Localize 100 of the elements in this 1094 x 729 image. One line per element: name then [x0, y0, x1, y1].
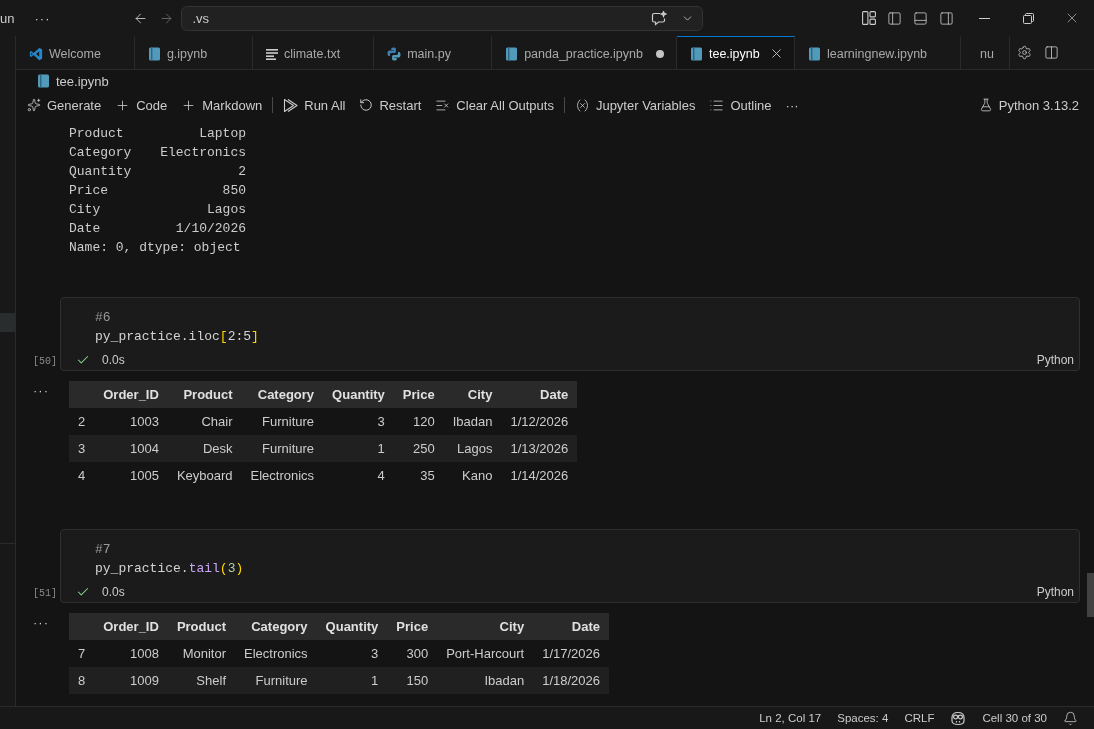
table-cell: Furniture	[235, 667, 317, 694]
table-cell: 1	[316, 667, 388, 694]
code-comment: #7	[95, 541, 112, 559]
code-comment: #6	[95, 309, 112, 327]
cell-language[interactable]: Python	[1036, 352, 1074, 367]
series-value: 850	[222, 182, 246, 200]
execution-time: 0.0s	[102, 584, 125, 599]
table-cell: 1003	[94, 408, 168, 435]
series-value: Electronics	[160, 144, 246, 162]
back-arrow-icon	[132, 10, 148, 26]
editor-tab[interactable]: tee.ipynb	[677, 36, 795, 69]
column-header: Product	[167, 613, 235, 640]
table-cell: Ibadan	[437, 667, 534, 694]
restart-icon	[359, 98, 374, 112]
series-value: 1/10/2026	[175, 220, 246, 238]
column-header: City	[443, 381, 502, 408]
list-icon	[709, 97, 725, 113]
notebook-icon	[690, 46, 703, 61]
row-index: 7	[69, 640, 95, 667]
run-all-button[interactable]: Run All	[276, 94, 353, 116]
column-header: Price	[393, 381, 444, 408]
more-actions-button[interactable]: ···	[778, 94, 806, 116]
menu-item[interactable]: un	[0, 10, 15, 26]
series-label: Product	[69, 125, 124, 143]
column-header: Price	[387, 613, 438, 640]
notebook-icon	[37, 74, 50, 88]
cell-language[interactable]: Python	[1036, 584, 1074, 599]
row-index: 8	[69, 667, 95, 694]
add-cell-button[interactable]: Code	[108, 94, 175, 116]
code-line: py_practice.tail(3)	[95, 560, 245, 578]
execution-count: [51]	[33, 588, 57, 599]
output-more-button[interactable]: ···	[33, 383, 49, 399]
panel-right-icon[interactable]	[939, 10, 954, 26]
status-item[interactable]: CRLF	[896, 712, 943, 724]
generate-button[interactable]: Generate	[20, 94, 109, 116]
table-cell: 1/13/2026	[501, 435, 578, 462]
status-item[interactable]: Spaces: 4	[829, 712, 897, 724]
double-play-icon	[283, 97, 299, 113]
panel-left-icon[interactable]	[887, 10, 902, 26]
series-label: Date	[69, 220, 101, 238]
series-label: Quantity	[69, 163, 132, 181]
column-header: Category	[235, 613, 317, 640]
column-header: Quantity	[316, 613, 388, 640]
table-cell: 1/12/2026	[501, 408, 578, 435]
table-cell: 3	[323, 408, 394, 435]
variables-button[interactable]: Jupyter Variables	[567, 94, 703, 116]
series-value: Laptop	[199, 125, 246, 143]
outline-button[interactable]: Outline	[702, 94, 779, 116]
table-cell: 1/17/2026	[533, 640, 609, 667]
notification-bell-icon[interactable]	[1063, 710, 1078, 726]
settings-icon[interactable]	[1017, 45, 1032, 60]
column-header: City	[437, 613, 534, 640]
add-cell-button[interactable]: Markdown	[174, 94, 270, 116]
code-line: py_practice.iloc[2:5]	[95, 328, 260, 346]
table-cell: 1	[323, 435, 394, 462]
table-cell: Shelf	[167, 667, 235, 694]
status-item[interactable]: Ln 2, Col 17	[751, 712, 830, 724]
table-cell: Port-Harcourt	[437, 640, 534, 667]
command-center-field[interactable]: .vs	[181, 5, 704, 31]
notebook-icon	[147, 46, 161, 61]
more-menu-button[interactable]: ···	[34, 10, 51, 26]
series-value: Lagos	[207, 201, 246, 219]
table-cell: 150	[387, 667, 438, 694]
flask-icon	[978, 98, 993, 112]
kernel-button[interactable]: Python 3.13.2	[971, 94, 1086, 116]
scrollbar-thumb[interactable]	[1087, 573, 1094, 617]
split-editor-icon[interactable]	[1044, 45, 1059, 60]
table-cell: 1/18/2026	[533, 667, 609, 694]
table-cell: Lagos	[443, 435, 502, 462]
execution-count: [50]	[33, 356, 57, 367]
series-label: Price	[69, 182, 108, 200]
status-item[interactable]: Cell 30 of 30	[974, 712, 1055, 724]
table-cell: Ibadan	[443, 408, 502, 435]
table-cell: Electronics	[235, 640, 317, 667]
breadcrumb-item[interactable]: tee.ipynb	[56, 73, 109, 89]
notebook-icon	[808, 46, 821, 61]
table-cell: 1008	[94, 640, 168, 667]
table-cell: Monitor	[167, 640, 235, 667]
panel-bottom-icon[interactable]	[913, 10, 928, 26]
variable-icon	[574, 97, 590, 113]
python-logo-icon	[387, 46, 402, 61]
sparkle-icon	[27, 98, 41, 112]
table-cell: Furniture	[241, 408, 324, 435]
layout-grid-icon[interactable]	[862, 11, 876, 25]
row-index: 2	[69, 408, 95, 435]
column-header: Product	[167, 381, 242, 408]
column-header: Order_ID	[94, 613, 168, 640]
clear-list-icon	[435, 97, 451, 113]
column-header: Order_ID	[94, 381, 168, 408]
table-cell: Chair	[167, 408, 242, 435]
clear-outputs-button[interactable]: Clear All Outputs	[428, 94, 561, 116]
table-cell: 1004	[94, 435, 168, 462]
table-cell: 250	[393, 435, 444, 462]
table-cell: Desk	[167, 435, 242, 462]
restart-button[interactable]: Restart	[352, 94, 429, 116]
robot-face-icon[interactable]	[950, 710, 967, 726]
output-more-button[interactable]: ···	[33, 615, 49, 631]
chat-sparkle-icon[interactable]	[651, 10, 668, 26]
column-header: Date	[533, 613, 609, 640]
app-logo-icon	[29, 46, 43, 61]
